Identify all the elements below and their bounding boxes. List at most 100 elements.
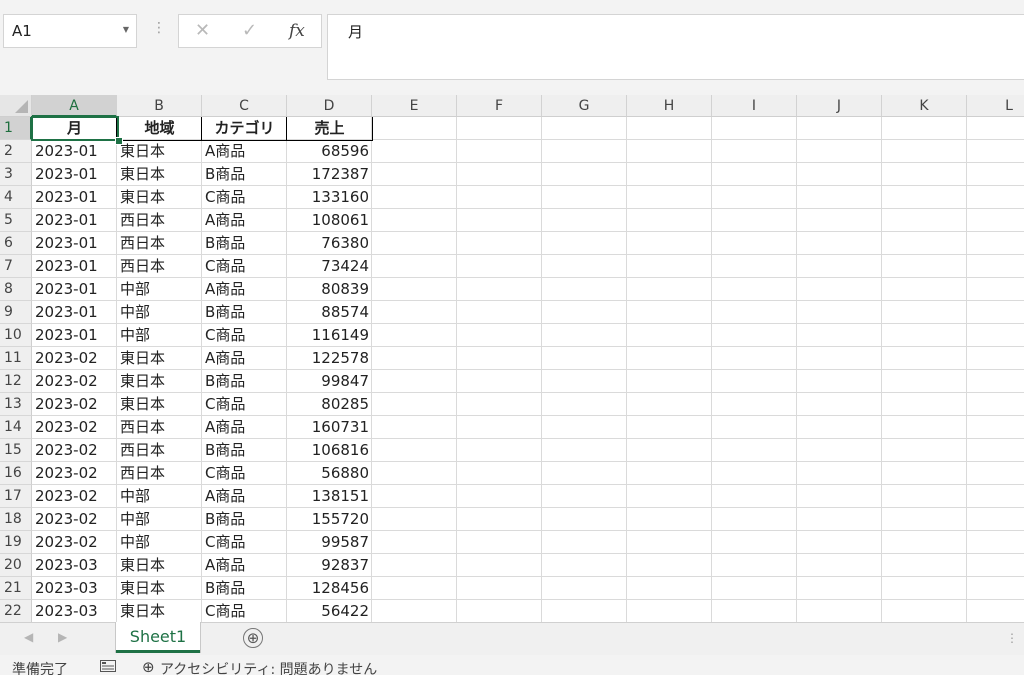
row-header-10[interactable]: 10 [0, 324, 32, 347]
table-cell[interactable]: 2023-02 [32, 416, 117, 439]
table-cell[interactable]: 2023-02 [32, 439, 117, 462]
row-header-3[interactable]: 3 [0, 163, 32, 186]
row-header-20[interactable]: 20 [0, 554, 32, 577]
table-cell[interactable]: B商品 [202, 577, 287, 600]
column-header-b[interactable]: B [117, 95, 202, 117]
table-cell[interactable]: 88574 [287, 301, 372, 324]
row-header-13[interactable]: 13 [0, 393, 32, 416]
table-cell[interactable]: 80839 [287, 278, 372, 301]
table-cell[interactable]: 73424 [287, 255, 372, 278]
table-cell[interactable]: A商品 [202, 554, 287, 577]
column-header-j[interactable]: J [797, 95, 882, 117]
row-header-5[interactable]: 5 [0, 209, 32, 232]
table-cell[interactable]: A商品 [202, 347, 287, 370]
table-cell[interactable]: A商品 [202, 278, 287, 301]
column-header-a[interactable]: A [32, 95, 117, 117]
table-cell[interactable]: 東日本 [117, 577, 202, 600]
table-cell[interactable]: 東日本 [117, 370, 202, 393]
table-cell[interactable]: 西日本 [117, 232, 202, 255]
table-cell[interactable]: 2023-02 [32, 370, 117, 393]
table-cell[interactable]: 西日本 [117, 209, 202, 232]
table-cell[interactable]: 2023-01 [32, 140, 117, 163]
column-header-h[interactable]: H [627, 95, 712, 117]
table-cell[interactable]: C商品 [202, 186, 287, 209]
enter-icon[interactable]: ✓ [242, 20, 257, 41]
row-header-9[interactable]: 9 [0, 301, 32, 324]
table-cell[interactable]: C商品 [202, 393, 287, 416]
column-header-l[interactable]: L [967, 95, 1024, 117]
table-cell[interactable]: 東日本 [117, 554, 202, 577]
table-cell[interactable]: 80285 [287, 393, 372, 416]
table-cell[interactable]: 西日本 [117, 462, 202, 485]
table-cell[interactable]: 76380 [287, 232, 372, 255]
row-header-1[interactable]: 1 [0, 117, 32, 140]
row-header-15[interactable]: 15 [0, 439, 32, 462]
table-cell[interactable]: 122578 [287, 347, 372, 370]
table-cell[interactable]: 2023-01 [32, 324, 117, 347]
drag-handle-icon[interactable]: ⋮ [152, 20, 166, 36]
table-cell[interactable]: 東日本 [117, 140, 202, 163]
table-cell[interactable]: 中部 [117, 531, 202, 554]
accessibility-status[interactable]: アクセシビリティ: 問題ありません [160, 659, 377, 675]
select-all-button[interactable] [0, 95, 32, 117]
table-cell[interactable]: B商品 [202, 163, 287, 186]
column-header-d[interactable]: D [287, 95, 372, 117]
table-cell[interactable]: C商品 [202, 531, 287, 554]
table-cell[interactable]: 172387 [287, 163, 372, 186]
accessibility-icon[interactable]: ⊕ [142, 658, 155, 675]
table-cell[interactable]: 99847 [287, 370, 372, 393]
table-cell[interactable]: 2023-01 [32, 278, 117, 301]
row-header-12[interactable]: 12 [0, 370, 32, 393]
table-cell[interactable]: 68596 [287, 140, 372, 163]
table-cell[interactable]: 東日本 [117, 600, 202, 622]
table-cell[interactable]: 116149 [287, 324, 372, 347]
table-cell[interactable]: B商品 [202, 370, 287, 393]
row-header-21[interactable]: 21 [0, 577, 32, 600]
table-cell[interactable]: 2023-03 [32, 577, 117, 600]
table-cell[interactable]: 中部 [117, 508, 202, 531]
sheet-tab-sheet1[interactable]: Sheet1 [116, 622, 200, 653]
prev-sheet-icon[interactable]: ◀ [24, 630, 33, 644]
table-cell[interactable]: 中部 [117, 324, 202, 347]
row-header-11[interactable]: 11 [0, 347, 32, 370]
table-cell[interactable]: A商品 [202, 209, 287, 232]
row-header-14[interactable]: 14 [0, 416, 32, 439]
row-header-16[interactable]: 16 [0, 462, 32, 485]
row-header-7[interactable]: 7 [0, 255, 32, 278]
table-cell[interactable]: C商品 [202, 255, 287, 278]
column-header-i[interactable]: I [712, 95, 797, 117]
row-header-4[interactable]: 4 [0, 186, 32, 209]
row-header-18[interactable]: 18 [0, 508, 32, 531]
table-cell[interactable]: 108061 [287, 209, 372, 232]
table-cell[interactable]: 133160 [287, 186, 372, 209]
table-cell[interactable]: 155720 [287, 508, 372, 531]
more-icon[interactable]: ⋮ [1006, 631, 1018, 645]
table-cell[interactable]: A商品 [202, 140, 287, 163]
table-cell[interactable]: 西日本 [117, 416, 202, 439]
row-header-2[interactable]: 2 [0, 140, 32, 163]
table-cell[interactable]: 2023-02 [32, 462, 117, 485]
table-cell[interactable]: A商品 [202, 485, 287, 508]
table-cell[interactable]: C商品 [202, 324, 287, 347]
name-box[interactable]: A1 ▼ [3, 14, 137, 48]
table-cell[interactable]: B商品 [202, 508, 287, 531]
table-cell[interactable]: 2023-01 [32, 301, 117, 324]
fill-handle[interactable] [115, 137, 123, 145]
table-cell[interactable]: 128456 [287, 577, 372, 600]
table-cell[interactable]: 西日本 [117, 255, 202, 278]
add-sheet-button[interactable]: ⊕ [243, 628, 263, 648]
table-cell[interactable]: A商品 [202, 416, 287, 439]
table-cell[interactable]: 東日本 [117, 393, 202, 416]
table-cell[interactable]: 東日本 [117, 163, 202, 186]
table-cell[interactable]: 2023-01 [32, 232, 117, 255]
table-cell[interactable]: 2023-03 [32, 554, 117, 577]
table-cell[interactable]: C商品 [202, 600, 287, 622]
table-cell[interactable]: 2023-01 [32, 163, 117, 186]
table-cell[interactable]: 東日本 [117, 186, 202, 209]
row-header-6[interactable]: 6 [0, 232, 32, 255]
row-header-8[interactable]: 8 [0, 278, 32, 301]
table-cell[interactable]: 西日本 [117, 439, 202, 462]
table-cell[interactable]: B商品 [202, 439, 287, 462]
table-cell[interactable]: B商品 [202, 301, 287, 324]
table-cell[interactable]: 中部 [117, 301, 202, 324]
